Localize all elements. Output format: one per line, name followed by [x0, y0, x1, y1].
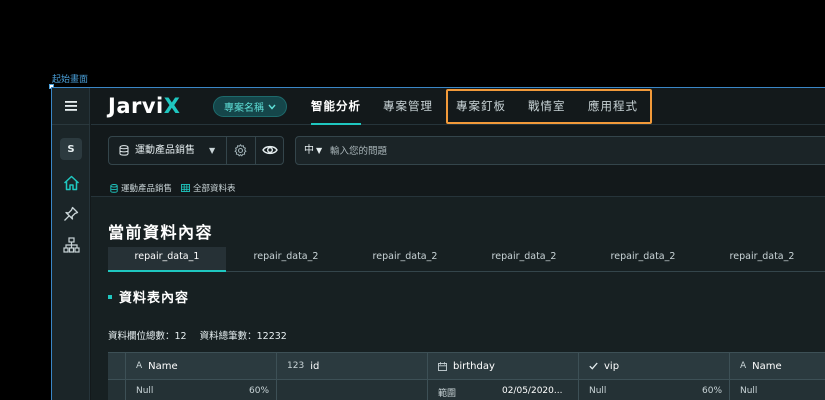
table-cell: Null 60%	[125, 380, 276, 400]
data-tab[interactable]: repair_data_1	[108, 247, 226, 272]
check-icon	[589, 362, 598, 370]
column-name: Name	[752, 360, 782, 372]
text-type-icon: A	[740, 361, 747, 371]
project-name-dropdown[interactable]: 專案名稱	[213, 96, 287, 117]
breadcrumb-dataset-label: 運動產品銷售	[121, 184, 173, 194]
rail-divider	[52, 124, 90, 125]
top-navigation: JarviX 專案名稱 智能分析 專案管理 專案釘板 戰情室 應用程式	[91, 88, 825, 125]
calendar-icon	[438, 361, 447, 371]
selector-divider	[255, 137, 256, 164]
menu-button[interactable]	[52, 95, 90, 117]
column-header[interactable]: A Name	[125, 353, 276, 379]
table-cell	[276, 380, 427, 400]
column-header[interactable]: vip	[578, 353, 729, 379]
cell-value: Null	[589, 386, 607, 396]
query-bar: 中 ▼	[295, 136, 825, 165]
section-title-text: 資料表內容	[119, 291, 190, 306]
avatar[interactable]: S	[60, 138, 82, 160]
table-cell: 範圍 02/05/2020...	[427, 380, 578, 400]
left-rail: S	[52, 88, 90, 400]
table-cell: Null	[729, 380, 825, 400]
breadcrumb-all-tables-label: 全部資料表	[193, 184, 236, 194]
caret-down-icon: ▼	[316, 146, 323, 155]
active-tab-indicator	[311, 123, 361, 125]
chevron-down-icon	[268, 104, 276, 110]
text-type-icon: A	[136, 361, 143, 371]
cell-label: 範圍	[438, 389, 457, 399]
cell-value: Null	[740, 386, 758, 396]
gear-icon[interactable]	[234, 144, 247, 157]
data-tab[interactable]: repair_data_2	[346, 247, 464, 272]
cell-value: 02/05/2020...	[502, 386, 563, 396]
language-selector[interactable]: 中 ▼	[304, 137, 322, 164]
home-button[interactable]	[52, 172, 90, 194]
frame-label: 起始畫面	[52, 75, 89, 85]
jarvix-logo[interactable]: JarviX	[108, 94, 180, 118]
hamburger-icon	[65, 101, 77, 111]
column-header[interactable]: 123 id	[276, 353, 427, 379]
pin-button[interactable]	[52, 203, 90, 225]
column-name: Name	[148, 360, 178, 372]
data-tab-bar: repair_data_1 repair_data_2 repair_data_…	[108, 247, 825, 272]
number-type-icon: 123	[287, 361, 305, 371]
language-label: 中	[304, 145, 314, 156]
highlight-box	[446, 89, 652, 124]
breadcrumb-dataset[interactable]: 運動產品銷售	[110, 182, 172, 194]
hierarchy-icon	[62, 237, 80, 253]
table-row: Null 60% 範圍 02/05/2020... Null 60% Null	[108, 380, 825, 400]
database-icon	[110, 183, 118, 193]
field-count: 資料欄位總數：12	[108, 331, 187, 342]
table-icon	[181, 184, 190, 192]
column-header[interactable]: A Name	[729, 353, 825, 379]
table-header-row: A Name 123 id birthday vip A Name	[108, 352, 825, 380]
column-header[interactable]: birthday	[427, 353, 578, 379]
section-marker	[108, 294, 112, 299]
tab-project-management[interactable]: 專案管理	[383, 88, 433, 125]
dataset-name: 運動產品銷售	[135, 145, 195, 156]
pin-icon	[64, 206, 79, 221]
breadcrumb-all-tables[interactable]: 全部資料表	[181, 182, 236, 194]
home-icon	[63, 175, 79, 191]
caret-down-icon: ▼	[209, 146, 216, 155]
page-title: 當前資料內容	[108, 223, 214, 242]
selector-divider	[226, 137, 227, 164]
project-name-label: 專案名稱	[224, 103, 264, 114]
table-cell: Null 60%	[578, 380, 729, 400]
table-stats: 資料欄位總數：12 資料總筆數：12232	[108, 328, 297, 342]
data-tab[interactable]: repair_data_2	[703, 247, 821, 272]
cell-percent: 60%	[249, 386, 270, 396]
breadcrumb: 運動產品銷售 全部資料表	[110, 182, 245, 194]
record-count: 資料總筆數：12232	[199, 331, 287, 342]
data-tab[interactable]: repair_data_2	[584, 247, 702, 272]
eye-icon[interactable]	[262, 143, 278, 157]
logo-main: Jarvi	[108, 94, 164, 118]
cell-value: Null	[136, 386, 154, 396]
data-tab[interactable]: repair_data_2	[227, 247, 345, 272]
hierarchy-button[interactable]	[52, 234, 90, 256]
column-name: birthday	[453, 360, 495, 372]
column-name: id	[310, 360, 320, 372]
database-icon	[119, 145, 129, 156]
column-name: vip	[604, 360, 620, 372]
data-tab[interactable]: repair_data_2	[465, 247, 583, 272]
tab-smart-analysis[interactable]: 智能分析	[311, 88, 361, 125]
app-window: S JarviX 專案名稱 智能分析 專案管理 專案釘板 戰情室 應用程式 運動…	[51, 87, 825, 400]
dataset-selector[interactable]: 運動產品銷售 ▼	[108, 136, 284, 165]
logo-accent: X	[163, 94, 181, 118]
question-input[interactable]	[330, 141, 810, 161]
section-title: 資料表內容	[108, 287, 189, 306]
cell-percent: 60%	[702, 386, 723, 396]
